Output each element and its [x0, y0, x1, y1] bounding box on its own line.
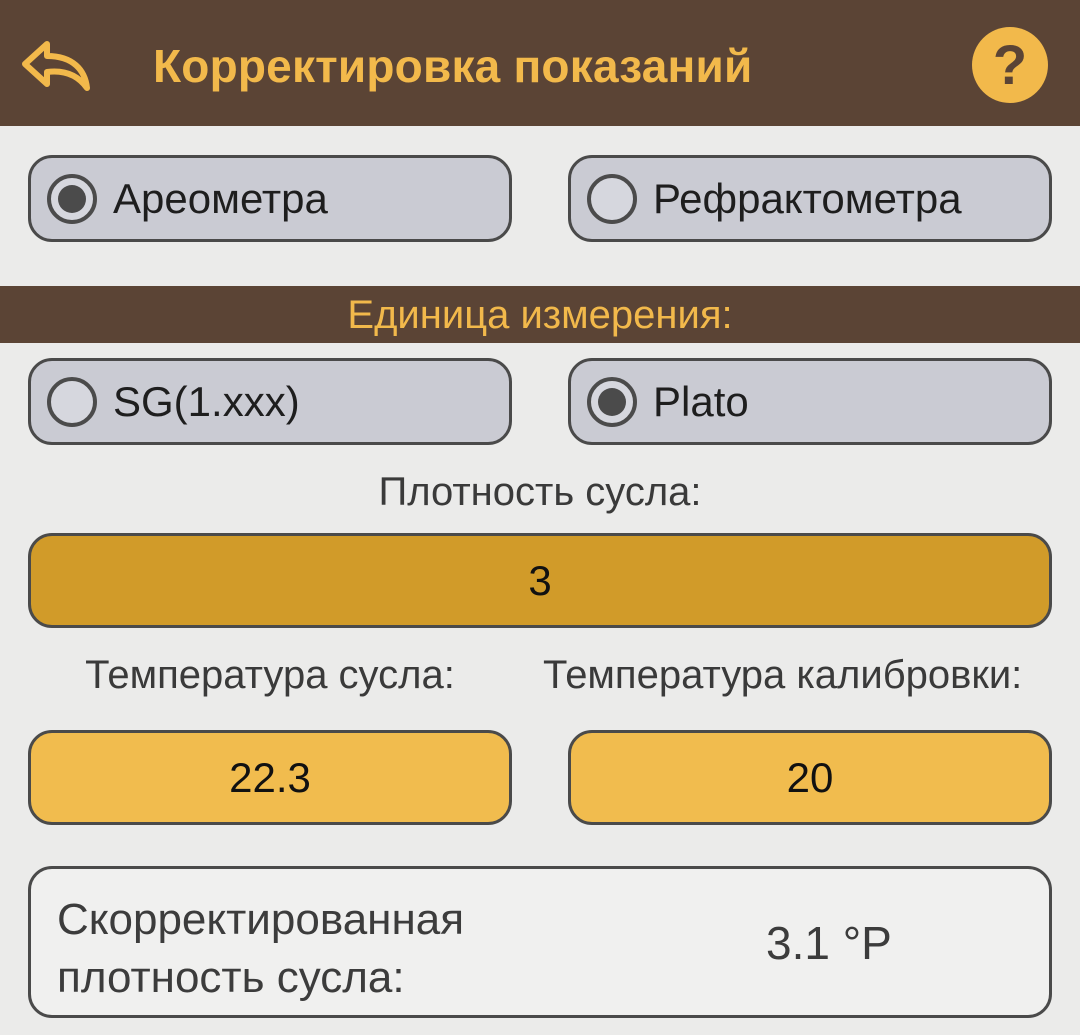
radio-button-unchecked[interactable]: [587, 173, 637, 224]
radio-option-hydrometer[interactable]: Ареометра: [28, 155, 512, 242]
radio-button-checked[interactable]: [47, 173, 97, 224]
help-icon: ?: [972, 27, 1048, 103]
wort-temperature-input[interactable]: 22.3: [28, 730, 512, 825]
radio-button-checked[interactable]: [587, 376, 637, 427]
help-button[interactable]: ?: [970, 27, 1050, 103]
help-glyph: ?: [992, 33, 1028, 96]
units-section-header: Единица измерения:: [0, 286, 1080, 343]
wort-temperature-label: Температура сусла:: [85, 653, 455, 697]
radio-option-sg[interactable]: SG(1.xxx): [28, 358, 512, 445]
radio-option-label: SG(1.xxx): [113, 377, 300, 425]
units-section-title: Единица измерения:: [347, 292, 733, 337]
radio-option-refractometer[interactable]: Рефрактометра: [568, 155, 1052, 242]
result-label: Скорректированная плотность сусла:: [57, 895, 465, 1002]
calibration-temperature-label: Температура калибровки:: [543, 653, 1023, 697]
app-header: Корректировка показаний ?: [0, 0, 1080, 126]
back-button[interactable]: [18, 28, 94, 104]
radio-option-label: Рефрактометра: [653, 174, 962, 222]
result-panel: Скорректированная плотность сусла: 3.1 °…: [28, 866, 1052, 1018]
result-value: 3.1 °P: [766, 917, 892, 969]
radio-button-unchecked[interactable]: [47, 376, 97, 427]
radio-option-plato[interactable]: Plato: [568, 358, 1052, 445]
back-arrow-icon: [22, 41, 90, 91]
calibration-temperature-input[interactable]: 20: [568, 730, 1052, 825]
gravity-input[interactable]: 3: [28, 533, 1052, 628]
gravity-label: Плотность сусла:: [378, 470, 702, 514]
radio-option-label: Ареометра: [113, 174, 328, 222]
radio-option-label: Plato: [653, 377, 749, 425]
page-title: Корректировка показаний: [153, 40, 753, 92]
